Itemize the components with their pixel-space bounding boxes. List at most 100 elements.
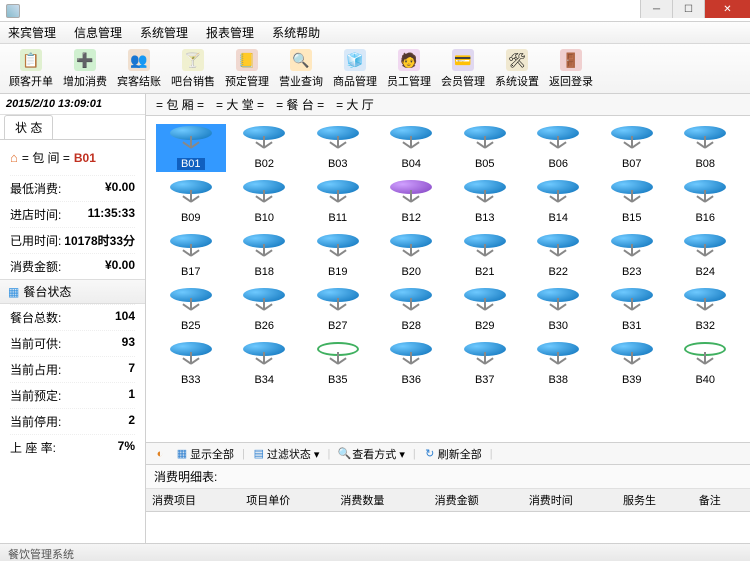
toolbar-button[interactable]: 🚪返回登录 bbox=[546, 47, 596, 91]
toolbar-label: 宾客结账 bbox=[117, 73, 161, 89]
table-item[interactable]: B23 bbox=[597, 232, 667, 280]
table-item[interactable]: B05 bbox=[450, 124, 520, 172]
table-item[interactable]: B37 bbox=[450, 340, 520, 388]
table-item[interactable]: B28 bbox=[377, 286, 447, 334]
table-item[interactable]: B29 bbox=[450, 286, 520, 334]
app-icon bbox=[6, 4, 20, 18]
table-item[interactable]: B24 bbox=[671, 232, 741, 280]
table-item[interactable]: B31 bbox=[597, 286, 667, 334]
detail-header: 消费明细表: bbox=[146, 465, 750, 489]
table-item[interactable]: B22 bbox=[524, 232, 594, 280]
table-item[interactable]: B17 bbox=[156, 232, 226, 280]
toolbar-button[interactable]: 📒预定管理 bbox=[222, 47, 272, 91]
table-item[interactable]: B39 bbox=[597, 340, 667, 388]
info-value: 10178时33分 bbox=[64, 232, 135, 249]
table-label: B21 bbox=[475, 266, 495, 278]
table-label: B05 bbox=[475, 158, 495, 170]
table-label: B25 bbox=[181, 320, 201, 332]
table-item[interactable]: B35 bbox=[303, 340, 373, 388]
table-item[interactable]: B34 bbox=[230, 340, 300, 388]
table-item[interactable]: B09 bbox=[156, 178, 226, 226]
table-icon bbox=[243, 126, 285, 156]
table-item[interactable]: B02 bbox=[230, 124, 300, 172]
hall-tab[interactable]: = 包 厢 = bbox=[150, 94, 210, 115]
toolbar-button[interactable]: 🍸吧台销售 bbox=[168, 47, 218, 91]
column-header[interactable]: 消费时间 bbox=[523, 489, 617, 512]
tab-status[interactable]: 状 态 bbox=[4, 115, 53, 139]
filter-item[interactable]: ◐ bbox=[154, 448, 168, 460]
table-item[interactable]: B40 bbox=[671, 340, 741, 388]
minimize-button[interactable]: ─ bbox=[640, 0, 672, 18]
table-item[interactable]: B12 bbox=[377, 178, 447, 226]
table-item[interactable]: B11 bbox=[303, 178, 373, 226]
toolbar-button[interactable]: 🛠系统设置 bbox=[492, 47, 542, 91]
table-icon bbox=[464, 288, 506, 318]
table-item[interactable]: B32 bbox=[671, 286, 741, 334]
filter-item[interactable]: 🔍查看方式 ▾ bbox=[338, 446, 405, 462]
toolbar-button[interactable]: 👥宾客结账 bbox=[114, 47, 164, 91]
table-item[interactable]: B36 bbox=[377, 340, 447, 388]
table-item[interactable]: B19 bbox=[303, 232, 373, 280]
filter-item[interactable]: ▤过滤状态 ▾ bbox=[253, 446, 320, 462]
column-header[interactable]: 服务生 bbox=[617, 489, 693, 512]
toolbar-label: 会员管理 bbox=[441, 73, 485, 89]
table-item[interactable]: B06 bbox=[524, 124, 594, 172]
column-header[interactable]: 消费金额 bbox=[429, 489, 523, 512]
table-item[interactable]: B01 bbox=[156, 124, 226, 172]
table-icon bbox=[537, 234, 579, 264]
toolbar-button[interactable]: 📋顾客开单 bbox=[6, 47, 56, 91]
table-item[interactable]: B21 bbox=[450, 232, 520, 280]
table-label: B37 bbox=[475, 374, 495, 386]
menu-item[interactable]: 系统帮助 bbox=[272, 24, 320, 41]
maximize-button[interactable]: ☐ bbox=[672, 0, 704, 18]
table-item[interactable]: B18 bbox=[230, 232, 300, 280]
table-icon bbox=[611, 234, 653, 264]
table-item[interactable]: B15 bbox=[597, 178, 667, 226]
table-icon bbox=[317, 126, 359, 156]
table-icon bbox=[684, 126, 726, 156]
filter-item[interactable]: ▦显示全部 bbox=[176, 446, 234, 462]
filter-item[interactable]: ↻刷新全部 bbox=[424, 446, 482, 462]
table-stats: 餐台总数:104当前可供:93当前占用:7当前预定:1当前停用:2上 座 率:7… bbox=[0, 304, 145, 460]
table-item[interactable]: B03 bbox=[303, 124, 373, 172]
table-item[interactable]: B33 bbox=[156, 340, 226, 388]
hall-tab[interactable]: = 大 堂 = bbox=[210, 94, 270, 115]
info-value: ¥0.00 bbox=[105, 180, 135, 197]
table-item[interactable]: B38 bbox=[524, 340, 594, 388]
hall-tab[interactable]: = 大 厅 bbox=[330, 94, 380, 115]
toolbar-label: 顾客开单 bbox=[9, 73, 53, 89]
table-item[interactable]: B04 bbox=[377, 124, 447, 172]
table-icon bbox=[170, 180, 212, 210]
toolbar-label: 系统设置 bbox=[495, 73, 539, 89]
stat-value: 104 bbox=[115, 309, 135, 326]
menu-item[interactable]: 系统管理 bbox=[140, 24, 188, 41]
column-header[interactable]: 备注 bbox=[693, 489, 750, 512]
toolbar-button[interactable]: 💳会员管理 bbox=[438, 47, 488, 91]
column-header[interactable]: 消费项目 bbox=[146, 489, 240, 512]
table-item[interactable]: B27 bbox=[303, 286, 373, 334]
hall-tab[interactable]: = 餐 台 = bbox=[270, 94, 330, 115]
stat-value: 1 bbox=[128, 387, 135, 404]
table-item[interactable]: B08 bbox=[671, 124, 741, 172]
table-item[interactable]: B30 bbox=[524, 286, 594, 334]
table-item[interactable]: B10 bbox=[230, 178, 300, 226]
table-item[interactable]: B25 bbox=[156, 286, 226, 334]
menu-item[interactable]: 信息管理 bbox=[74, 24, 122, 41]
toolbar-button[interactable]: ➕增加消费 bbox=[60, 47, 110, 91]
toolbar-button[interactable]: 🧑员工管理 bbox=[384, 47, 434, 91]
menu-item[interactable]: 来宾管理 bbox=[8, 24, 56, 41]
toolbar-button[interactable]: 🔍营业查询 bbox=[276, 47, 326, 91]
close-button[interactable]: ✕ bbox=[704, 0, 750, 18]
current-room-block: ⌂ = 包 间 = B01 bbox=[0, 140, 145, 175]
table-item[interactable]: B16 bbox=[671, 178, 741, 226]
column-header[interactable]: 消费数量 bbox=[334, 489, 428, 512]
menu-item[interactable]: 报表管理 bbox=[206, 24, 254, 41]
toolbar-button[interactable]: 🧊商品管理 bbox=[330, 47, 380, 91]
table-item[interactable]: B13 bbox=[450, 178, 520, 226]
table-item[interactable]: B26 bbox=[230, 286, 300, 334]
column-header[interactable]: 项目单价 bbox=[240, 489, 334, 512]
table-item[interactable]: B20 bbox=[377, 232, 447, 280]
toolbar-icon: 🚪 bbox=[560, 49, 582, 71]
table-item[interactable]: B14 bbox=[524, 178, 594, 226]
table-item[interactable]: B07 bbox=[597, 124, 667, 172]
